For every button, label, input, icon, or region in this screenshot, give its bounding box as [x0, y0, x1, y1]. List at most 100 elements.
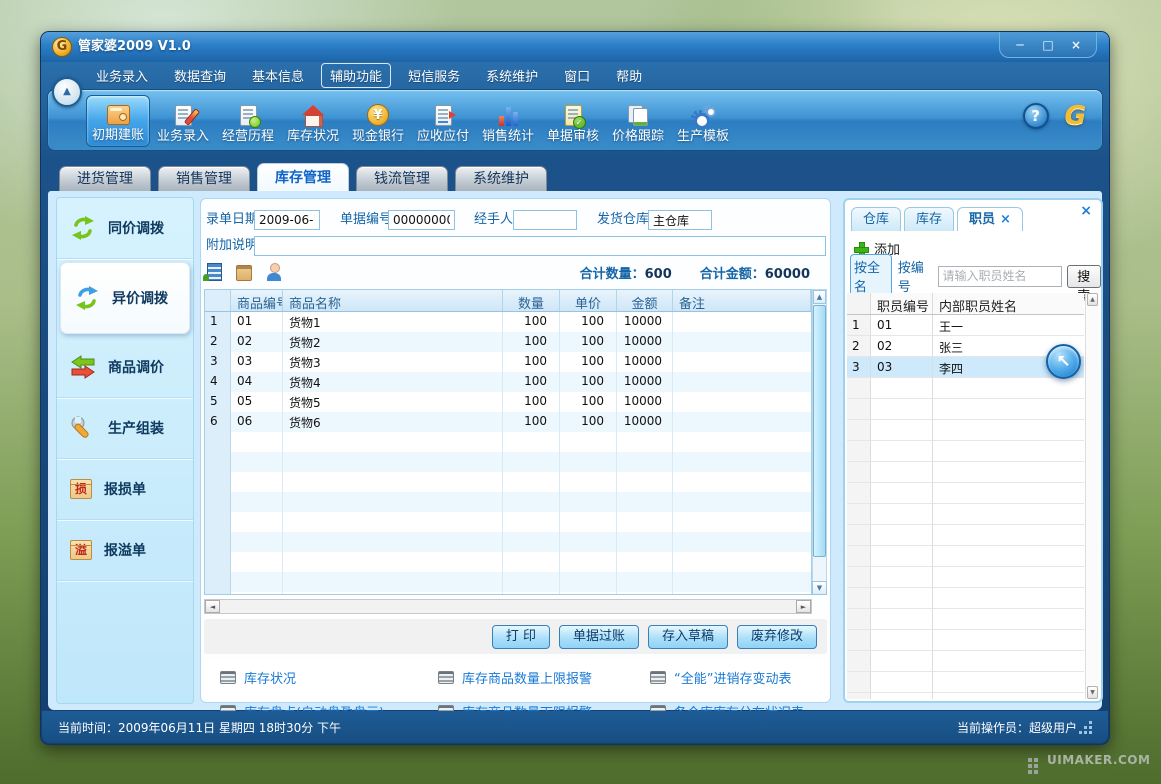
table-row-empty	[205, 432, 811, 452]
warehouse-shortcut-icon[interactable]	[207, 263, 222, 281]
menu-item-help[interactable]: 帮助	[604, 63, 654, 88]
tab-staff[interactable]: 职员×	[957, 207, 1023, 231]
maximize-button[interactable]: □	[1036, 36, 1060, 54]
staff-row[interactable]: 101王一	[847, 315, 1084, 336]
col-unit-price[interactable]: 单价	[560, 290, 617, 311]
col-product-name[interactable]: 商品名称	[283, 290, 503, 311]
resize-grip[interactable]	[1089, 731, 1092, 734]
help-button[interactable]: ?	[1023, 103, 1049, 129]
table-row[interactable]: 202货物210010010000	[205, 332, 811, 352]
stock-shortcut-icon[interactable]	[236, 265, 252, 281]
staff-search-input[interactable]	[938, 266, 1062, 287]
table-row[interactable]: 606货物610010010000	[205, 412, 811, 432]
close-button[interactable]: ×	[1064, 36, 1088, 54]
scroll-down-icon[interactable]: ▼	[1087, 686, 1098, 699]
warehouse-icon	[301, 102, 325, 126]
uimaker-logo-icon	[1028, 758, 1032, 762]
save-draft-button[interactable]: 存入草稿	[648, 625, 728, 649]
table-row-empty	[205, 592, 811, 595]
minimize-button[interactable]: ─	[1008, 36, 1032, 54]
link-omni-change-report[interactable]: “全能”进销存变动表	[650, 668, 827, 687]
print-button[interactable]: 打 印	[492, 625, 550, 649]
toolbar-business-entry[interactable]: 业务录入	[151, 95, 215, 147]
menu-item-system-maintenance[interactable]: 系统维护	[474, 63, 550, 88]
tab-cashflow-management[interactable]: 钱流管理	[356, 166, 448, 191]
toolbar-cash-bank[interactable]: ¥ 现金银行	[346, 95, 410, 147]
toolbar-sales-stats[interactable]: 销售统计	[476, 95, 540, 147]
staff-shortcut-icon[interactable]	[266, 263, 282, 281]
menu-item-business-entry[interactable]: 业务录入	[84, 63, 160, 88]
toolbar-receivable-payable[interactable]: 应收应付	[411, 95, 475, 147]
table-row[interactable]: 101货物110010010000	[205, 312, 811, 332]
tab-stock[interactable]: 库存	[904, 207, 954, 231]
toolbar-price-tracking[interactable]: 价格跟踪	[606, 95, 670, 147]
toolbar-business-history[interactable]: 经营历程	[216, 95, 280, 147]
titlebar: G 管家婆2009 V1.0 ─ □ ×	[41, 32, 1109, 62]
search-button[interactable]: 搜索	[1067, 265, 1102, 288]
col-product-code[interactable]: 商品编号	[231, 290, 283, 311]
gears-icon	[691, 102, 715, 126]
menu-item-data-query[interactable]: 数据查询	[162, 63, 238, 88]
col-amount[interactable]: 金额	[617, 290, 673, 311]
table-row-empty	[205, 472, 811, 492]
watermark: UIMAKER.COM	[1028, 753, 1150, 767]
sidebar-item-same-price-transfer[interactable]: 同价调拨	[57, 198, 193, 259]
table-row[interactable]: 303货物310010010000	[205, 352, 811, 372]
overflow-box-icon: 溢	[70, 540, 92, 560]
scroll-up-icon[interactable]: ▲	[1087, 293, 1098, 306]
cursor-pointer-icon: ↖	[1046, 344, 1081, 379]
sidebar-item-loss-report[interactable]: 损 报损单	[57, 459, 193, 520]
toolbar-inventory-status[interactable]: 库存状况	[281, 95, 345, 147]
toolbar-right: ? G	[1023, 103, 1086, 129]
col-remark[interactable]: 备注	[673, 290, 811, 311]
sync-blue-green-icon	[74, 285, 100, 311]
warehouse-input[interactable]	[648, 210, 712, 230]
scroll-up-icon[interactable]: ▲	[813, 290, 826, 304]
menu-item-auxiliary[interactable]: 辅助功能	[321, 63, 391, 88]
col-quantity[interactable]: 数量	[503, 290, 560, 311]
sidebar-item-price-adjust[interactable]: 商品调价	[57, 337, 193, 398]
doc-no-input[interactable]	[388, 210, 455, 230]
menu-item-window[interactable]: 窗口	[552, 63, 602, 88]
collapse-toolbar-button[interactable]: ▲	[52, 77, 82, 107]
menu-item-basic-info[interactable]: 基本信息	[240, 63, 316, 88]
filter-by-code-button[interactable]: 按编号	[897, 257, 933, 295]
sidebar: 同价调拨 异价调拨 商品调价	[56, 197, 194, 704]
panel-close-icon[interactable]: ×	[1080, 203, 1092, 219]
scrollbar-thumb[interactable]	[813, 305, 826, 557]
edit-doc-icon	[175, 102, 192, 126]
link-upper-limit-alarm[interactable]: 库存商品数量上限报警	[438, 668, 650, 687]
handler-input[interactable]	[513, 210, 577, 230]
tab-warehouse[interactable]: 仓库	[851, 207, 901, 231]
toolbar-initial-setup[interactable]: 初期建账	[86, 95, 150, 147]
staff-row-empty	[847, 546, 1084, 567]
brand-logo-icon: G	[1065, 103, 1086, 129]
date-input[interactable]	[254, 210, 320, 230]
tab-purchase-management[interactable]: 进货管理	[59, 166, 151, 191]
scroll-down-icon[interactable]: ▼	[812, 581, 827, 595]
items-table-header: 商品编号 商品名称 数量 单价 金额 备注	[205, 290, 811, 312]
table-row-empty	[205, 532, 811, 552]
table-row[interactable]: 505货物510010010000	[205, 392, 811, 412]
discard-changes-button[interactable]: 废弃修改	[737, 625, 817, 649]
table-row-empty	[205, 452, 811, 472]
toolbar-production-template[interactable]: 生产模板	[671, 95, 735, 147]
close-tab-icon[interactable]: ×	[1000, 212, 1011, 227]
sidebar-item-production-assembly[interactable]: 生产组装	[57, 398, 193, 459]
scroll-left-icon[interactable]: ◄	[205, 600, 220, 613]
sidebar-item-overflow-report[interactable]: 溢 报溢单	[57, 520, 193, 581]
filter-by-name-button[interactable]: 按全名	[850, 254, 892, 298]
note-input[interactable]	[254, 236, 826, 256]
table-row[interactable]: 404货物410010010000	[205, 372, 811, 392]
tab-sales-management[interactable]: 销售管理	[158, 166, 250, 191]
toolbar-doc-audit[interactable]: 单据审核	[541, 95, 605, 147]
sidebar-item-diff-price-transfer[interactable]: 异价调拨	[60, 262, 190, 334]
scroll-right-icon[interactable]: ►	[796, 600, 811, 613]
link-inventory-status[interactable]: 库存状况	[220, 668, 438, 687]
content-area: 同价调拨 异价调拨 商品调价	[48, 191, 1102, 710]
tab-system-maintenance[interactable]: 系统维护	[455, 166, 547, 191]
history-doc-icon	[240, 102, 257, 126]
tab-inventory-management[interactable]: 库存管理	[257, 163, 349, 191]
post-document-button[interactable]: 单据过账	[559, 625, 639, 649]
menu-item-sms[interactable]: 短信服务	[396, 63, 472, 88]
